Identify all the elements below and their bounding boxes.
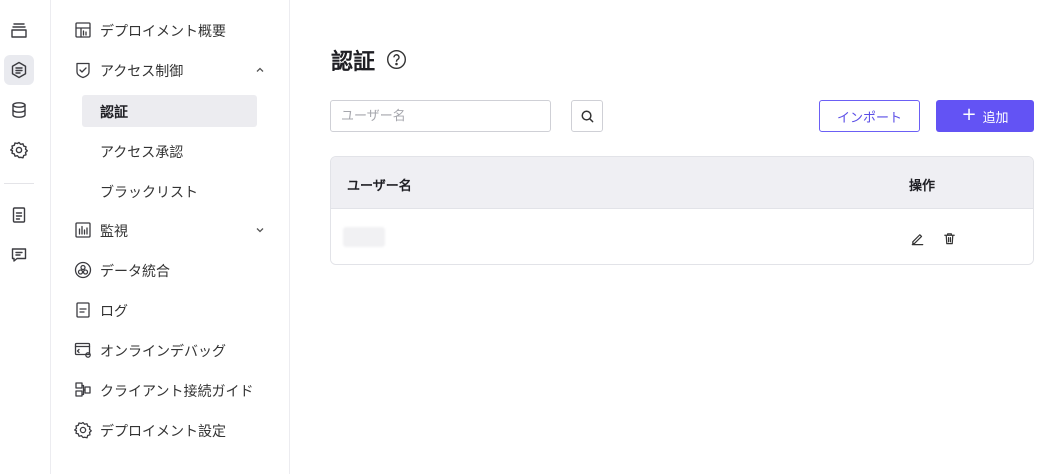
sidebar-subitem-label: ブラックリスト bbox=[100, 185, 198, 201]
rail-divider bbox=[4, 183, 34, 184]
username-cell bbox=[343, 227, 385, 247]
delete-icon[interactable] bbox=[940, 229, 958, 247]
add-button[interactable]: + 追加 bbox=[936, 100, 1034, 132]
sidebar-item-deployment-overview[interactable]: デプロイメント概要 bbox=[51, 14, 290, 46]
column-header-actions: 操作 bbox=[909, 179, 936, 194]
gear-icon bbox=[73, 420, 93, 440]
stack-list-icon[interactable] bbox=[4, 55, 34, 85]
layers-icon[interactable] bbox=[4, 15, 34, 45]
bar-chart-icon bbox=[73, 220, 93, 240]
add-button-label: 追加 bbox=[982, 110, 1009, 126]
gear-icon[interactable] bbox=[4, 135, 34, 165]
import-button[interactable]: インポート bbox=[819, 100, 920, 132]
sidebar-item-label: オンラインデバッグ bbox=[100, 344, 226, 360]
dashboard-icon bbox=[73, 20, 93, 40]
sidebar-item-label: デプロイメント設定 bbox=[100, 424, 226, 440]
sidebar-item-data-integration[interactable]: データ統合 bbox=[51, 254, 290, 286]
sidebar-subitem-authentication[interactable]: 認証 bbox=[82, 95, 257, 127]
database-icon[interactable] bbox=[4, 95, 34, 125]
plus-icon: + bbox=[961, 104, 977, 125]
users-table: ユーザー名 操作 bbox=[330, 156, 1034, 265]
help-icon[interactable] bbox=[386, 49, 407, 70]
sidebar-item-deployment-settings[interactable]: デプロイメント設定 bbox=[51, 414, 290, 446]
sidebar-subitem-access-approval[interactable]: アクセス承認 bbox=[82, 135, 257, 167]
sidebar-item-label: デプロイメント概要 bbox=[100, 24, 226, 40]
search-icon bbox=[581, 110, 593, 122]
sidebar-item-label: 監視 bbox=[100, 224, 128, 240]
sidebar-item-client-guide[interactable]: クライアント接続ガイド bbox=[51, 374, 290, 406]
sidebar-item-label: クライアント接続ガイド bbox=[100, 384, 254, 400]
sidebar-item-log[interactable]: ログ bbox=[51, 294, 290, 326]
chevron-up-icon bbox=[254, 64, 266, 76]
sidebar-subitem-label: 認証 bbox=[100, 105, 128, 121]
page-title: 認証 bbox=[331, 50, 376, 75]
icon-rail bbox=[0, 0, 51, 474]
table-header: ユーザー名 操作 bbox=[331, 157, 1033, 209]
client-guide-icon bbox=[73, 380, 93, 400]
shield-check-icon bbox=[73, 60, 93, 80]
document-icon[interactable] bbox=[4, 200, 34, 230]
sidebar-item-monitoring[interactable]: 監視 bbox=[51, 214, 290, 246]
edit-icon[interactable] bbox=[908, 229, 926, 247]
message-icon[interactable] bbox=[4, 240, 34, 270]
debug-icon bbox=[73, 340, 93, 360]
chevron-down-icon bbox=[254, 224, 266, 236]
sidebar-item-label: データ統合 bbox=[100, 264, 170, 280]
sidebar-item-access-control[interactable]: アクセス制御 bbox=[51, 54, 290, 86]
sidebar-item-label: アクセス制御 bbox=[100, 64, 184, 80]
sidebar-item-label: ログ bbox=[100, 304, 128, 320]
column-header-username: ユーザー名 bbox=[347, 179, 412, 194]
integration-icon bbox=[73, 260, 93, 280]
sidebar-subitem-label: アクセス承認 bbox=[100, 145, 184, 161]
log-icon bbox=[73, 300, 93, 320]
sidebar: デプロイメント概要 アクセス制御 認証 アクセス承認 ブラックリスト 監視 デー… bbox=[51, 0, 290, 474]
search-button[interactable] bbox=[571, 100, 603, 132]
search-input[interactable] bbox=[330, 100, 551, 132]
sidebar-subitem-blacklist[interactable]: ブラックリスト bbox=[82, 175, 257, 207]
table-row bbox=[331, 209, 1033, 264]
sidebar-item-online-debug[interactable]: オンラインデバッグ bbox=[51, 334, 290, 366]
